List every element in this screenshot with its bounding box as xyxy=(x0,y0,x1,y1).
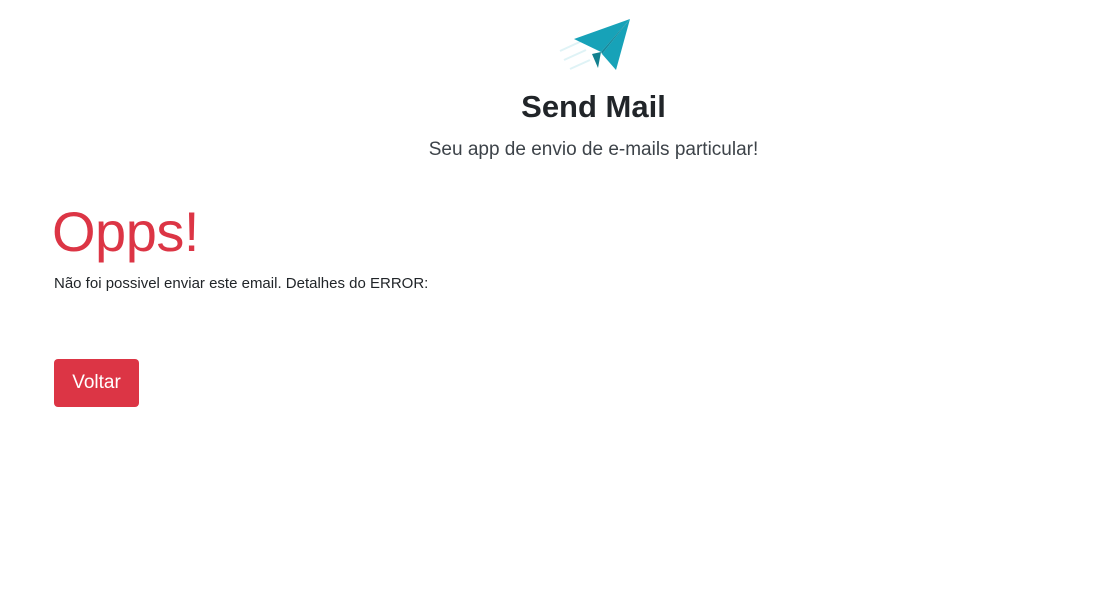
back-button[interactable]: Voltar xyxy=(54,359,139,407)
error-message: Não foi possivel enviar este email. Deta… xyxy=(54,275,429,292)
app-subtitle: Seu app de envio de e-mails particular! xyxy=(428,139,759,160)
paper-plane-icon xyxy=(559,19,630,70)
error-heading: Opps! xyxy=(52,200,199,263)
app-title: Send Mail xyxy=(521,89,666,124)
